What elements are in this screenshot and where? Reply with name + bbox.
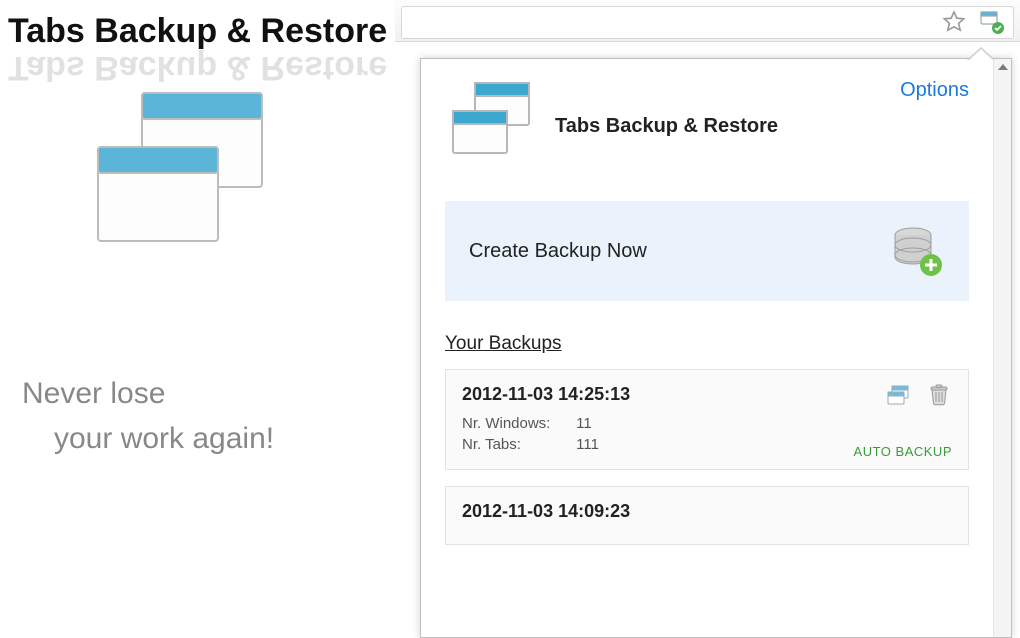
your-backups-heading: Your Backups [445, 333, 969, 355]
windows-stack-icon [445, 77, 537, 169]
promo-title: Tabs Backup & Restore [0, 0, 395, 51]
backup-item[interactable]: 2012-11-03 14:25:13 Nr. Windows: 11 Nr. … [445, 369, 969, 470]
backup-item[interactable]: 2012-11-03 14:09:23 [445, 486, 969, 545]
scrollbar[interactable] [993, 59, 1011, 637]
database-add-icon [889, 223, 945, 279]
tabs-label: Nr. Tabs: [462, 436, 572, 453]
windows-stack-icon [80, 91, 280, 261]
extension-popup: Tabs Backup & Restore Options Create Bac… [420, 58, 1012, 638]
create-backup-label: Create Backup Now [469, 240, 647, 263]
backup-timestamp: 2012-11-03 14:09:23 [462, 501, 952, 522]
tagline-line2: your work again! [22, 416, 395, 461]
windows-label: Nr. Windows: [462, 415, 572, 432]
promo-tagline: Never lose your work again! [0, 371, 395, 461]
create-backup-button[interactable]: Create Backup Now [445, 201, 969, 301]
extension-icon[interactable] [978, 8, 1006, 36]
scroll-up-icon[interactable] [998, 64, 1008, 70]
auto-backup-badge: AUTO BACKUP [854, 444, 952, 459]
windows-value: 11 [576, 415, 592, 432]
tagline-line1: Never lose [22, 371, 395, 416]
browser-toolbar [395, 0, 1020, 42]
backup-windows-row: Nr. Windows: 11 [462, 415, 952, 432]
tabs-value: 111 [576, 436, 599, 453]
popup-arrow-icon [967, 47, 995, 60]
backup-timestamp: 2012-11-03 14:25:13 [462, 384, 952, 405]
promo-panel: Tabs Backup & Restore Never lose your wo… [0, 0, 395, 638]
popup-title: Tabs Backup & Restore [555, 115, 778, 138]
bookmark-star-icon[interactable] [942, 10, 966, 34]
popup-header: Tabs Backup & Restore Options [445, 77, 969, 177]
omnibox[interactable] [401, 6, 1014, 39]
options-link[interactable]: Options [900, 79, 969, 102]
restore-icon[interactable] [886, 384, 912, 406]
trash-icon[interactable] [926, 384, 952, 406]
